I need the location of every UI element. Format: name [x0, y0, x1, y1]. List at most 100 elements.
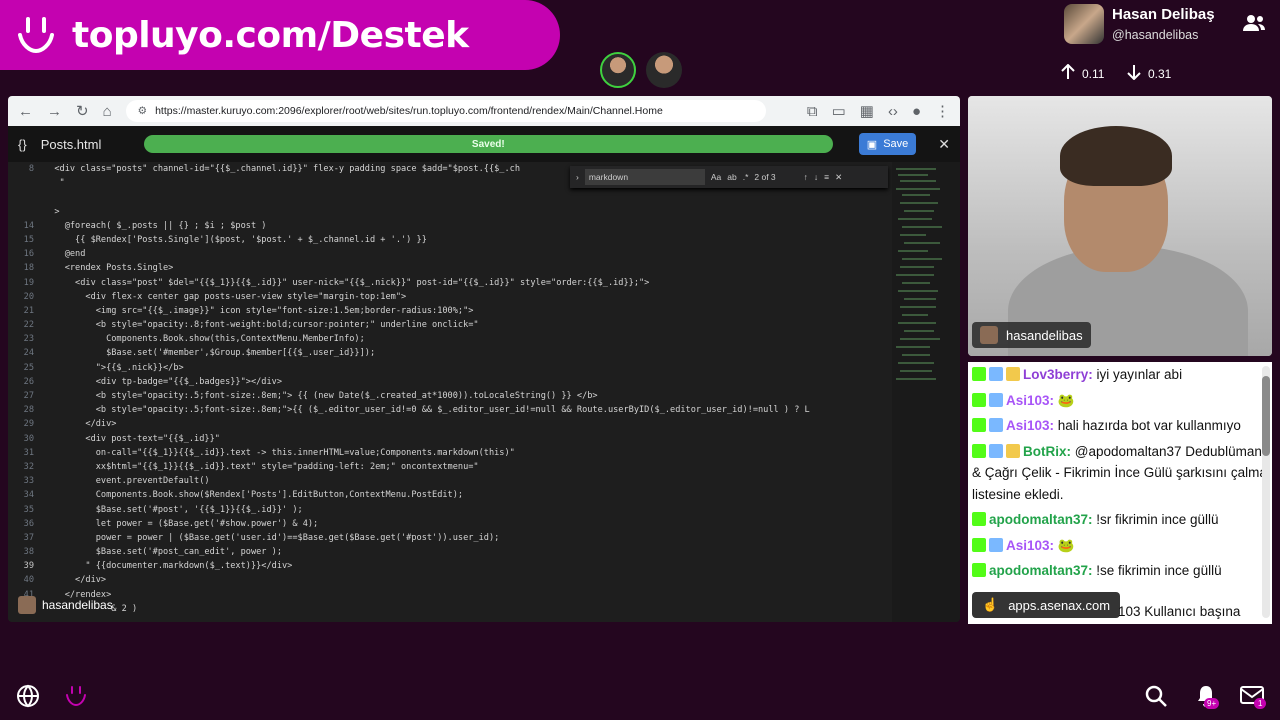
- chat-username[interactable]: apodomaltan37:: [989, 512, 1093, 527]
- code-line[interactable]: 21 <img src="{{$_.image}}" icon style="f…: [8, 304, 888, 318]
- streamer-nick-overlay: hasandelibas: [18, 596, 113, 614]
- code-line[interactable]: 39 " {{documenter.markdown($_.text)}}</d…: [8, 559, 888, 573]
- kick-badge-icon: [972, 392, 986, 407]
- chat-username[interactable]: Asi103:: [1006, 393, 1054, 408]
- code-line[interactable]: 18 <rendex Posts.Single>: [8, 261, 888, 275]
- code-line[interactable]: 26 <div tp-badge="{{$_.badges}}"></div>: [8, 375, 888, 389]
- code-line[interactable]: 41 </rendex>: [8, 588, 888, 602]
- chat-username[interactable]: Lov3berry:: [1023, 367, 1093, 382]
- chat-username[interactable]: BotRix:: [1023, 444, 1071, 459]
- code-line[interactable]: 37 power = power | ($Base.get('user.id')…: [8, 531, 888, 545]
- topluyo-logo-icon[interactable]: [64, 684, 88, 713]
- line-number: 33: [23, 476, 34, 487]
- apps-grid-icon[interactable]: ▦: [860, 102, 874, 120]
- chat-scrollbar[interactable]: [1262, 366, 1270, 618]
- line-number: 24: [23, 348, 34, 359]
- apps-overlay-text: apps.asenax.com: [1008, 597, 1111, 613]
- globe-icon[interactable]: [16, 684, 40, 713]
- chat-username[interactable]: Asi103:: [1006, 538, 1054, 553]
- reload-icon[interactable]: ↻: [76, 102, 89, 120]
- chat-text: !sr fikrimin ince güllü: [1092, 512, 1219, 527]
- code-line[interactable]: 34 Components.Book.show($Rendex['Posts']…: [8, 488, 888, 502]
- pointer-icon: ☝: [982, 597, 999, 612]
- line-number: [8, 205, 44, 219]
- site-info-icon[interactable]: ⚙: [138, 105, 147, 117]
- code-line[interactable]: 35 $Base.set('#post', '{{$_1}}{{$_.id}}'…: [8, 503, 888, 517]
- code-line[interactable]: 14 @foreach( $_.posts || {} ; $i ; $post…: [8, 219, 888, 233]
- line-number: 15: [23, 234, 34, 245]
- minimap[interactable]: [892, 162, 960, 622]
- code-line[interactable]: 30 <div post-text="{{$_.id}}": [8, 432, 888, 446]
- code-line[interactable]: [8, 190, 888, 204]
- chevron-right-icon[interactable]: ›: [576, 172, 579, 182]
- code-line[interactable]: 36 let power = ($Base.get('#show.power')…: [8, 517, 888, 531]
- viewer-avatar[interactable]: [600, 52, 636, 88]
- chat-trailing-text: 103 Kullanıcı başına: [1118, 604, 1241, 619]
- arrow-up-icon[interactable]: ↑: [804, 172, 808, 182]
- kick-badge-icon: [972, 418, 986, 432]
- code-line[interactable]: 32 xx$html="{{$_1}}{{$_.id}}.text" style…: [8, 460, 888, 474]
- viewer-avatar[interactable]: [646, 52, 682, 88]
- match-case-icon[interactable]: Aa: [711, 172, 721, 182]
- chat-text: 🐸: [1054, 392, 1075, 408]
- code-text: <b style="opacity:.5;font-size:.8em;">{{…: [44, 405, 810, 416]
- code-text: <img src="{{$_.image}}" icon style="font…: [44, 305, 474, 316]
- find-menu-icon[interactable]: ≡: [824, 172, 829, 182]
- line-number: 21: [23, 305, 34, 316]
- code-line[interactable]: 40 </div>: [8, 573, 888, 587]
- line-number: 39: [23, 561, 34, 572]
- code-line[interactable]: 25 ">{{$_.nick}}</b>: [8, 361, 888, 375]
- code-line[interactable]: 24 $Base.set('#member',$Group.$member[{{…: [8, 346, 888, 360]
- chat-username[interactable]: apodomaltan37:: [989, 563, 1093, 578]
- url-text: https://master.kuruyo.com:2096/explorer/…: [155, 105, 663, 117]
- code-line[interactable]: 19 <div class="post" $del="{{$_1}}{{$_.i…: [8, 276, 888, 290]
- code-line[interactable]: >: [8, 205, 888, 219]
- download-stat: 0.31: [1126, 64, 1171, 83]
- find-input[interactable]: markdown: [584, 169, 705, 185]
- code-line[interactable]: 16 @end: [8, 247, 888, 261]
- code-line[interactable]: & 2 ): [8, 602, 888, 616]
- url-field[interactable]: ⚙ https://master.kuruyo.com:2096/explore…: [125, 100, 766, 122]
- close-icon[interactable]: ✕: [938, 136, 950, 153]
- avatar[interactable]: [1064, 4, 1104, 44]
- people-icon[interactable]: [1242, 14, 1266, 37]
- code-line[interactable]: 27 <b style="opacity:.5;font-size:.8em;"…: [8, 389, 888, 403]
- profile-avatar-icon[interactable]: ●: [912, 103, 921, 120]
- forward-icon[interactable]: →: [47, 103, 62, 120]
- code-text: let power = ($Base.get('#show.power') & …: [44, 518, 319, 529]
- close-icon[interactable]: ✕: [835, 172, 842, 183]
- code-line[interactable]: 29 </div>: [8, 417, 888, 431]
- devtools-icon[interactable]: ‹›: [888, 103, 898, 120]
- code-editor[interactable]: 8 <div class="posts" channel-id="{{$_.ch…: [8, 162, 888, 622]
- extensions-icon[interactable]: ⧉: [807, 103, 818, 120]
- arrow-down-icon[interactable]: ↓: [814, 172, 818, 182]
- code-line[interactable]: 23 Components.Book.show(this,ContextMenu…: [8, 332, 888, 346]
- banner-title: topluyo.com/Destek: [72, 14, 469, 56]
- notification-badge: 9+: [1204, 698, 1220, 709]
- code-line[interactable]: 22 <b style="opacity:.8;font-weight:bold…: [8, 318, 888, 332]
- line-number: 23: [23, 334, 34, 345]
- regex-icon[interactable]: .*: [743, 172, 749, 182]
- back-icon[interactable]: ←: [18, 103, 33, 120]
- whole-word-icon[interactable]: ab: [727, 172, 736, 182]
- code-line[interactable]: 33 event.preventDefault(): [8, 474, 888, 488]
- code-line[interactable]: 31 on-call="{{$_1}}{{$_.id}}.text -> thi…: [8, 446, 888, 460]
- code-line[interactable]: 15 {{ $Rendex['Posts.Single']($post, '$p…: [8, 233, 888, 247]
- code-line[interactable]: 20 <div flex-x center gap posts-user-vie…: [8, 290, 888, 304]
- apps-overlay: ☝ apps.asenax.com: [972, 592, 1121, 618]
- code-text: on-call="{{$_1}}{{$_.id}}.text -> this.i…: [44, 447, 515, 458]
- save-button[interactable]: ▣ Save: [858, 133, 917, 155]
- chat-username[interactable]: Asi103:: [1006, 418, 1054, 433]
- kick-badge-icon: [972, 367, 986, 381]
- mail-badge: 1: [1254, 698, 1267, 709]
- code-text: <div tp-badge="{{$_.badges}}"></div>: [44, 376, 282, 387]
- chat-text: iyi yayınlar abi: [1092, 367, 1183, 382]
- home-icon[interactable]: ⌂: [103, 103, 112, 120]
- sidebar-icon[interactable]: ▭: [832, 102, 846, 120]
- search-icon[interactable]: [1144, 684, 1168, 713]
- code-text: ": [44, 178, 65, 189]
- code-line[interactable]: 28 <b style="opacity:.5;font-size:.8em;"…: [8, 403, 888, 417]
- line-number: [8, 190, 44, 204]
- menu-icon[interactable]: ⋮: [935, 102, 950, 120]
- code-line[interactable]: 38 $Base.set('#post_can_edit', power );: [8, 545, 888, 559]
